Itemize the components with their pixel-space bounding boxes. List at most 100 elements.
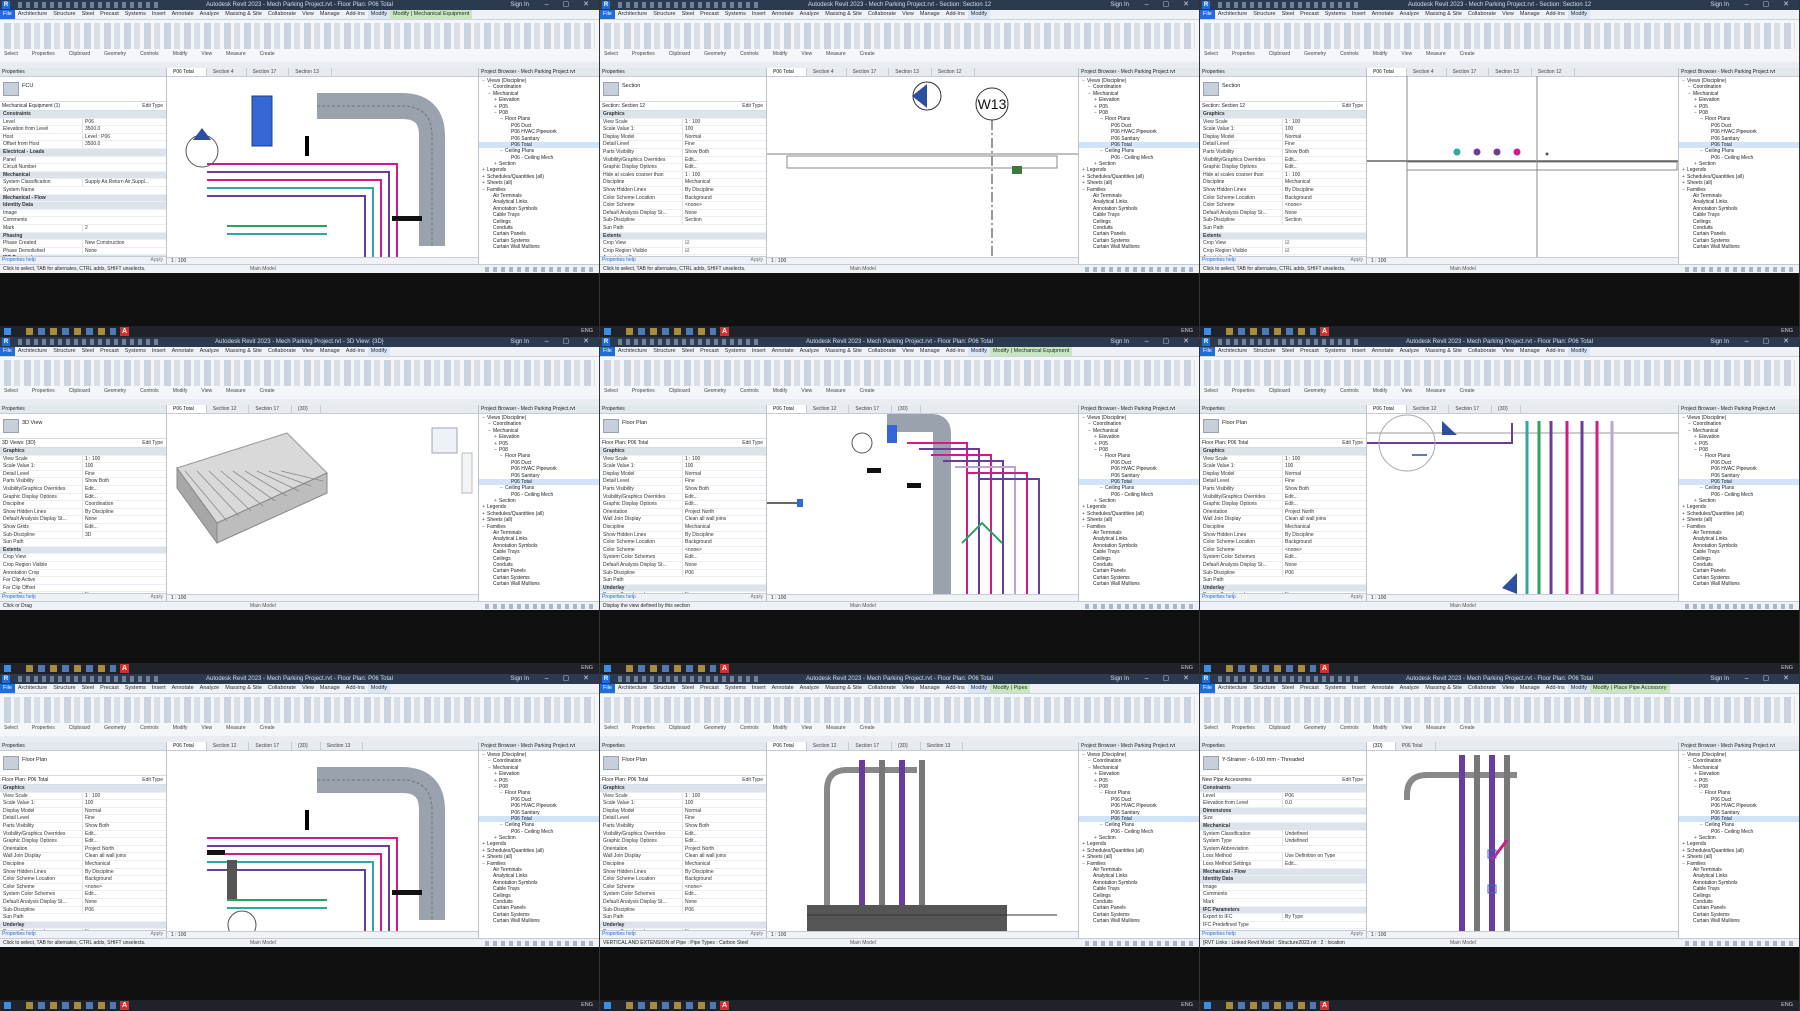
property-value[interactable]: <none> xyxy=(82,883,164,891)
ribbon-tab[interactable]: View xyxy=(299,10,317,19)
property-value[interactable]: Edit... xyxy=(1282,501,1364,508)
property-row[interactable]: Size xyxy=(1200,815,1366,823)
property-row[interactable]: System Type Undefined xyxy=(1200,838,1366,846)
property-value[interactable]: Undefined xyxy=(1282,830,1364,838)
view-tab[interactable]: Section 17 xyxy=(1447,68,1490,76)
properties-help-link[interactable]: Properties help xyxy=(2,257,36,263)
properties-help-link[interactable]: Properties help xyxy=(602,257,636,263)
ribbon-tab[interactable]: Steel xyxy=(679,684,698,693)
property-row[interactable]: Display Model Normal xyxy=(600,807,766,816)
view-tab[interactable]: Section 17 xyxy=(249,742,293,750)
window-controls[interactable]: ‒ ▢ ✕ xyxy=(1145,337,1195,347)
ribbon-tab[interactable]: Annotate xyxy=(169,10,197,19)
edit-type-button[interactable]: Edit Type xyxy=(1342,776,1363,784)
property-row[interactable]: Color Scheme <none> xyxy=(1200,546,1366,555)
revit-taskbar-icon[interactable]: A xyxy=(720,664,729,673)
ribbon-tab[interactable]: Annotate xyxy=(1369,684,1397,693)
property-value[interactable]: 1 : 100 xyxy=(82,455,164,463)
apply-button[interactable]: Apply xyxy=(150,931,163,938)
property-row[interactable]: Discipline Mechanical xyxy=(0,860,166,869)
ribbon-tab[interactable]: Steel xyxy=(1279,10,1298,19)
ribbon-tab[interactable]: Add-Ins xyxy=(343,347,368,356)
view-tab[interactable]: Section 12 xyxy=(207,742,250,750)
property-value[interactable]: Edit... xyxy=(82,485,164,493)
property-row[interactable]: Sub-Discipline P06 xyxy=(1200,569,1366,578)
ribbon-tab[interactable]: Structure xyxy=(50,684,78,693)
revit-taskbar-icon[interactable]: A xyxy=(1320,1001,1329,1010)
edit-type-button[interactable]: Edit Type xyxy=(742,439,763,447)
revit-taskbar-icon[interactable]: A xyxy=(120,327,129,336)
ribbon-tab[interactable]: Manage xyxy=(917,347,943,356)
ribbon-tab[interactable]: Architecture xyxy=(1215,347,1250,356)
property-row[interactable]: Scale Value 1: 100 xyxy=(600,463,766,471)
type-selector[interactable]: Section xyxy=(600,77,766,102)
view-tab[interactable]: P06 Total xyxy=(1367,405,1407,413)
property-row[interactable]: Panel xyxy=(0,157,166,165)
ribbon-tab[interactable]: Insert xyxy=(149,10,169,19)
ribbon-tab[interactable]: Collaborate xyxy=(865,684,899,693)
ribbon-tab[interactable]: Manage xyxy=(1517,347,1543,356)
apply-button[interactable]: Apply xyxy=(150,257,163,264)
edit-type-button[interactable]: Edit Type xyxy=(1342,439,1363,447)
system-tray-language[interactable]: ENG xyxy=(1181,326,1193,337)
ribbon-tab-contextual[interactable]: Modify | Pipes xyxy=(989,684,1031,693)
property-row[interactable]: Sun Path xyxy=(0,914,166,922)
property-row[interactable]: View Scale 1 : 100 xyxy=(1200,118,1366,127)
ribbon-tab[interactable]: Systems xyxy=(122,10,149,19)
property-row[interactable]: Visibility/Graphics Overrides Edit... xyxy=(0,485,166,494)
property-row[interactable]: Color Scheme Location Background xyxy=(0,876,166,884)
property-value[interactable]: Show Both xyxy=(82,822,164,830)
view-tab[interactable]: Section 12 xyxy=(207,405,250,413)
property-value[interactable]: 1 : 100 xyxy=(682,171,764,179)
drawing-area[interactable]: {3D} P06 Total 1 : 100 xyxy=(1367,742,1679,938)
property-value[interactable]: Normal xyxy=(682,470,764,478)
view-tab[interactable]: Section 12 xyxy=(807,742,850,750)
ribbon-tab[interactable]: Analyze xyxy=(197,10,223,19)
view-tab[interactable]: Section 12 xyxy=(932,68,975,76)
ribbon-tab[interactable]: Architecture xyxy=(615,10,650,19)
property-row[interactable]: Display Model Normal xyxy=(1200,133,1366,142)
ribbon-tab[interactable]: Analyze xyxy=(797,10,823,19)
property-row[interactable]: Scale Value 1: 100 xyxy=(600,126,766,134)
view-canvas[interactable] xyxy=(1367,750,1678,931)
property-value[interactable]: 1 : 100 xyxy=(1282,171,1364,179)
ribbon-tab[interactable]: Precast xyxy=(697,10,722,19)
ribbon-tab[interactable]: Structure xyxy=(50,347,78,356)
revit-taskbar-icon[interactable]: A xyxy=(1320,664,1329,673)
property-value[interactable]: Normal xyxy=(1282,133,1364,141)
property-row[interactable]: Hide at scales coarser than 1 : 100 xyxy=(600,171,766,180)
view-tab[interactable]: {3D} xyxy=(1492,405,1521,413)
property-row[interactable]: Visibility/Graphics Overrides Edit... xyxy=(0,830,166,839)
sign-in-link[interactable]: Sign In xyxy=(510,674,529,684)
ribbon-tab[interactable]: File xyxy=(0,10,15,19)
property-row[interactable]: Sun Path xyxy=(1200,225,1366,233)
view-tab[interactable]: Section 12 xyxy=(807,405,850,413)
ribbon-tab[interactable]: Add-Ins xyxy=(343,10,368,19)
instance-filter[interactable]: Section: Section 12 Edit Type xyxy=(600,102,766,111)
pinned-apps-icons[interactable] xyxy=(626,1002,716,1009)
selection-filter-icons[interactable] xyxy=(485,267,595,272)
property-value[interactable]: 100 xyxy=(682,126,764,133)
property-value[interactable]: None xyxy=(682,209,764,217)
property-value[interactable]: Project North xyxy=(682,845,764,853)
pinned-apps-icons[interactable] xyxy=(626,328,716,335)
drawing-svg[interactable] xyxy=(767,413,1078,594)
property-row[interactable]: View Scale 1 : 100 xyxy=(0,792,166,801)
ribbon-tab[interactable]: Add-Ins xyxy=(943,10,968,19)
property-row[interactable]: Color Scheme Location Background xyxy=(600,194,766,203)
view-tab[interactable]: Section 17 xyxy=(849,405,893,413)
ribbon-tab[interactable]: File xyxy=(600,684,615,693)
drawing-area[interactable]: P06 Total Section 12 Section 17 {3D} Section… xyxy=(167,742,479,938)
view-tab[interactable]: P06 Total xyxy=(167,405,207,413)
property-row[interactable]: Show Hidden Lines By Discipline xyxy=(600,531,766,540)
property-value[interactable]: <none> xyxy=(682,546,764,554)
property-value[interactable]: 3D xyxy=(82,531,164,539)
ribbon-tool-icons[interactable] xyxy=(1204,697,1795,723)
property-value[interactable]: P06 xyxy=(682,569,764,577)
properties-help-link[interactable]: Properties help xyxy=(2,931,36,937)
property-value[interactable]: Normal xyxy=(82,807,164,815)
property-row[interactable]: Show Hidden Lines By Discipline xyxy=(1200,186,1366,195)
ribbon-tab[interactable]: Precast xyxy=(1297,347,1322,356)
property-row[interactable]: Parts Visibility Show Both xyxy=(600,148,766,157)
property-value[interactable]: Fine xyxy=(682,815,764,822)
